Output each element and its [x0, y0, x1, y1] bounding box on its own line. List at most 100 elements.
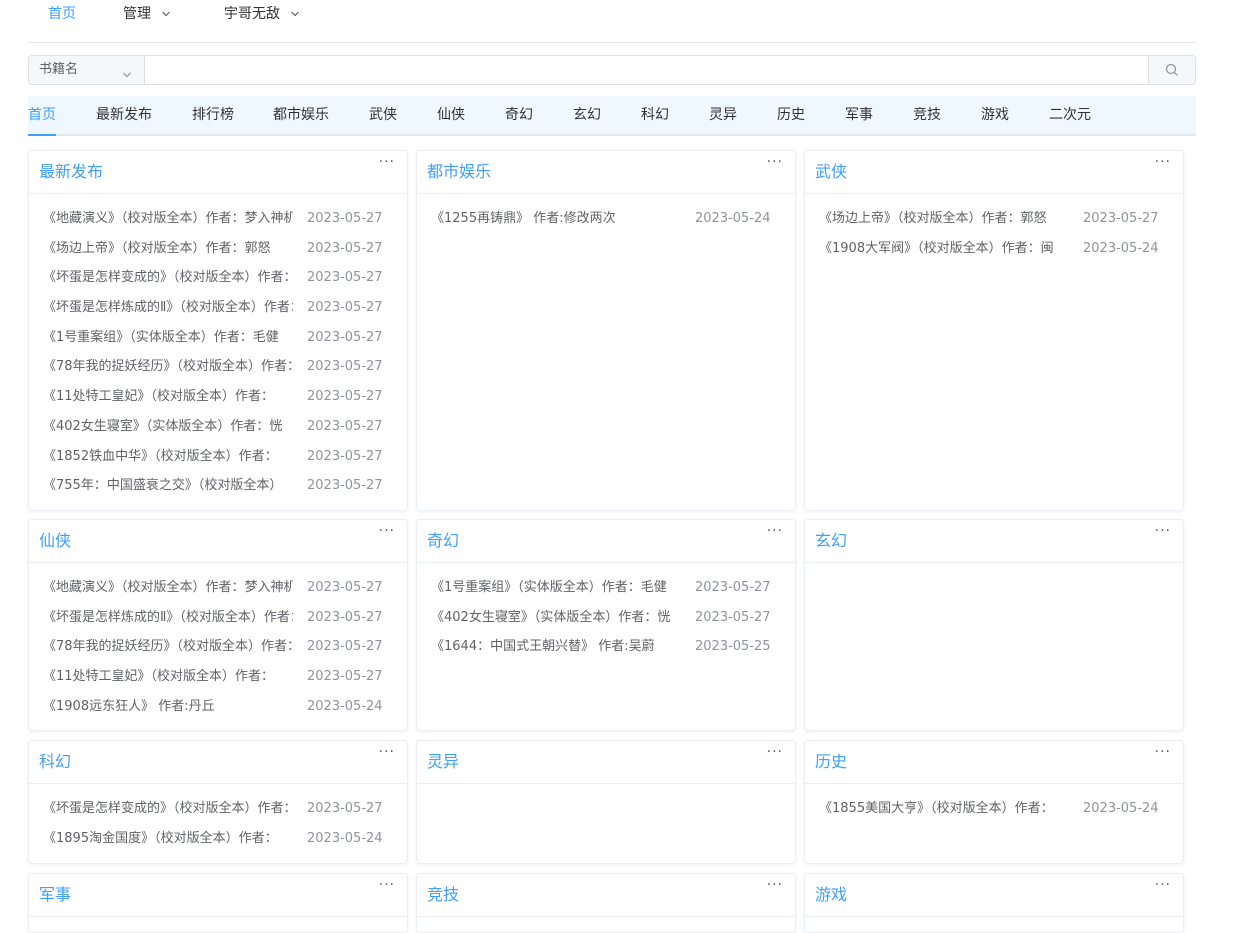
book-row[interactable]: 《1255再铸鼎》 作者:修改两次 2023-05-24 [427, 204, 785, 234]
book-row[interactable]: 《78年我的捉妖经历》（校对版全本）作者： 2023-05-27 [39, 352, 397, 382]
more-options-icon[interactable]: ··· [1155, 878, 1171, 892]
book-title-link[interactable]: 《1855美国大亨》（校对版全本）作者： [819, 794, 1069, 824]
nav-manage-dropdown[interactable]: 管理 [123, 0, 171, 28]
search-field-select[interactable]: 书籍名 [29, 56, 145, 84]
card-title[interactable]: 竞技 [427, 885, 459, 905]
card-title[interactable]: 仙侠 [39, 531, 71, 551]
book-row[interactable]: 《坏蛋是怎样变成的》（校对版全本）作者：六道 2023-05-27 [39, 263, 397, 293]
nav-user-dropdown[interactable]: 宇哥无敌 [224, 0, 300, 28]
search-button[interactable] [1148, 56, 1195, 84]
tab-wuxia[interactable]: 武侠 [369, 96, 397, 134]
tab-urban[interactable]: 都市娱乐 [273, 96, 329, 134]
tab-xuanhuan[interactable]: 玄幻 [573, 96, 601, 134]
book-title-link[interactable]: 《坏蛋是怎样变成的》（校对版全本）作者：六道 [43, 794, 293, 824]
tab-label: 历史 [777, 107, 805, 123]
book-row[interactable]: 《1855美国大亨》（校对版全本）作者： 2023-05-24 [815, 794, 1173, 824]
book-row[interactable]: 《1644：中国式王朝兴替》 作者:吴蔚 2023-05-25 [427, 632, 785, 662]
book-title-link[interactable]: 《402女生寝室》（实体版全本）作者：恍 [43, 412, 293, 442]
book-title-link[interactable]: 《1255再铸鼎》 作者:修改两次 [431, 204, 681, 234]
book-row[interactable]: 《11处特工皇妃》（校对版全本）作者： 2023-05-27 [39, 382, 397, 412]
book-row[interactable]: 《11处特工皇妃》（校对版全本）作者： 2023-05-27 [39, 662, 397, 692]
tab-ranking[interactable]: 排行榜 [192, 96, 234, 134]
book-title-link[interactable]: 《1644：中国式王朝兴替》 作者:吴蔚 [431, 632, 681, 662]
more-options-icon[interactable]: ··· [1155, 155, 1171, 169]
card-title[interactable]: 奇幻 [427, 531, 459, 551]
book-row[interactable]: 《坏蛋是怎样炼成的Ⅱ》（校对版全本）作者：六道 2023-05-27 [39, 293, 397, 323]
tab-home[interactable]: 首页 [28, 96, 56, 134]
book-title-link[interactable]: 《坏蛋是怎样变成的》（校对版全本）作者：六道 [43, 263, 293, 293]
nav-home[interactable]: 首页 [48, 0, 76, 28]
book-title-link[interactable]: 《坏蛋是怎样炼成的Ⅱ》（校对版全本）作者：六道 [43, 603, 293, 633]
book-title-link[interactable]: 《78年我的捉妖经历》（校对版全本）作者： [43, 632, 293, 662]
more-options-icon[interactable]: ··· [767, 155, 783, 169]
tab-supernatural[interactable]: 灵异 [709, 96, 737, 134]
card-title[interactable]: 玄幻 [815, 531, 847, 551]
more-options-icon[interactable]: ··· [767, 745, 783, 759]
tab-latest[interactable]: 最新发布 [96, 96, 152, 134]
book-title-link[interactable]: 《1号重案组》（实体版全本）作者：毛健 [43, 323, 293, 353]
book-title-link[interactable]: 《78年我的捉妖经历》（校对版全本）作者： [43, 352, 293, 382]
book-row[interactable]: 《1852铁血中华》（校对版全本）作者： 2023-05-27 [39, 442, 397, 472]
book-row[interactable]: 《坏蛋是怎样炼成的Ⅱ》（校对版全本）作者：六道 2023-05-27 [39, 603, 397, 633]
book-title-link[interactable]: 《755年：中国盛衰之交》（校对版全本） [43, 471, 293, 501]
card-header: 科幻 ··· [29, 741, 407, 784]
book-row[interactable]: 《1号重案组》（实体版全本）作者：毛健 2023-05-27 [39, 323, 397, 353]
card-title[interactable]: 历史 [815, 752, 847, 772]
book-row[interactable]: 《1908大军阀》（校对版全本）作者：闽 2023-05-24 [815, 234, 1173, 264]
book-row[interactable]: 《1895淘金国度》（校对版全本）作者： 2023-05-24 [39, 824, 397, 854]
book-row[interactable]: 《755年：中国盛衰之交》（校对版全本） 2023-05-27 [39, 471, 397, 501]
book-title-link[interactable]: 《11处特工皇妃》（校对版全本）作者： [43, 382, 293, 412]
book-row[interactable]: 《78年我的捉妖经历》（校对版全本）作者： 2023-05-27 [39, 632, 397, 662]
card-title[interactable]: 游戏 [815, 885, 847, 905]
tab-games[interactable]: 游戏 [981, 96, 1009, 134]
book-row[interactable]: 《地藏演义》（校对版全本）作者：梦入神机 2023-05-27 [39, 573, 397, 603]
book-title-link[interactable]: 《1895淘金国度》（校对版全本）作者： [43, 824, 293, 854]
more-options-icon[interactable]: ··· [1155, 524, 1171, 538]
tab-military[interactable]: 军事 [845, 96, 873, 134]
book-row[interactable]: 《地藏演义》（校对版全本）作者：梦入神机 2023-05-27 [39, 204, 397, 234]
book-title-link[interactable]: 《1908远东狂人》 作者:丹丘 [43, 692, 293, 722]
tab-fantasy[interactable]: 奇幻 [505, 96, 533, 134]
card-title[interactable]: 灵异 [427, 752, 459, 772]
more-options-icon[interactable]: ··· [379, 745, 395, 759]
more-options-icon[interactable]: ··· [1155, 745, 1171, 759]
book-row[interactable]: 《1号重案组》（实体版全本）作者：毛健 2023-05-27 [427, 573, 785, 603]
book-title-link[interactable]: 《坏蛋是怎样炼成的Ⅱ》（校对版全本）作者：六道 [43, 293, 293, 323]
book-title-link[interactable]: 《11处特工皇妃》（校对版全本）作者： [43, 662, 293, 692]
book-row[interactable]: 《402女生寝室》（实体版全本）作者：恍 2023-05-27 [39, 412, 397, 442]
more-options-icon[interactable]: ··· [767, 524, 783, 538]
book-row[interactable]: 《场边上帝》（校对版全本）作者：郭怒 2023-05-27 [39, 234, 397, 264]
more-options-icon[interactable]: ··· [767, 878, 783, 892]
book-row[interactable]: 《402女生寝室》（实体版全本）作者：恍 2023-05-27 [427, 603, 785, 633]
card-title[interactable]: 武侠 [815, 162, 847, 182]
book-row[interactable]: 《场边上帝》（校对版全本）作者：郭怒 2023-05-27 [815, 204, 1173, 234]
book-title-link[interactable]: 《1号重案组》（实体版全本）作者：毛健 [431, 573, 681, 603]
more-options-icon[interactable]: ··· [379, 155, 395, 169]
book-date: 2023-05-27 [1083, 211, 1159, 226]
book-title-link[interactable]: 《402女生寝室》（实体版全本）作者：恍 [431, 603, 681, 633]
card-title[interactable]: 最新发布 [39, 162, 103, 182]
tab-sports[interactable]: 竞技 [913, 96, 941, 134]
more-options-icon[interactable]: ··· [379, 878, 395, 892]
book-title-link[interactable]: 《1852铁血中华》（校对版全本）作者： [43, 442, 293, 472]
more-options-icon[interactable]: ··· [379, 524, 395, 538]
book-title-link[interactable]: 《地藏演义》（校对版全本）作者：梦入神机 [43, 573, 293, 603]
category-card: 军事 ··· [28, 873, 408, 933]
card-title[interactable]: 都市娱乐 [427, 162, 491, 182]
book-title-link[interactable]: 《地藏演义》（校对版全本）作者：梦入神机 [43, 204, 293, 234]
search-input[interactable] [145, 56, 1149, 84]
card-title[interactable]: 军事 [39, 885, 71, 905]
book-title-link[interactable]: 《场边上帝》（校对版全本）作者：郭怒 [819, 204, 1069, 234]
book-title-link[interactable]: 《场边上帝》（校对版全本）作者：郭怒 [43, 234, 293, 264]
book-title-link[interactable]: 《1908大军阀》（校对版全本）作者：闽 [819, 234, 1069, 264]
category-card: 竞技 ··· [416, 873, 796, 933]
book-row[interactable]: 《1908远东狂人》 作者:丹丘 2023-05-24 [39, 692, 397, 722]
book-row[interactable]: 《坏蛋是怎样变成的》（校对版全本）作者：六道 2023-05-27 [39, 794, 397, 824]
tab-xianxia[interactable]: 仙侠 [437, 96, 465, 134]
tab-scifi[interactable]: 科幻 [641, 96, 669, 134]
tab-anime[interactable]: 二次元 [1049, 96, 1091, 134]
card-title[interactable]: 科幻 [39, 752, 71, 772]
book-date: 2023-05-27 [307, 669, 383, 685]
book-date: 2023-05-27 [695, 609, 771, 625]
tab-history[interactable]: 历史 [777, 96, 805, 134]
